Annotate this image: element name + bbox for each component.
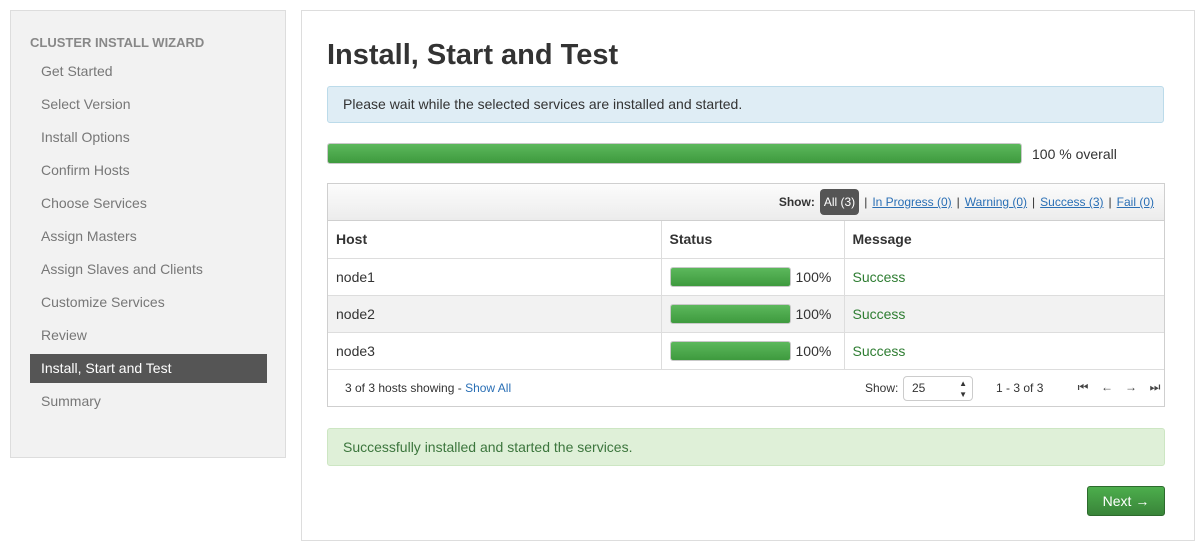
sidebar-item-select-version[interactable]: Select Version: [30, 90, 267, 119]
table-header-row: Host Status Message: [328, 221, 1164, 259]
pagination-controls: ⏮ ← → ⏭: [1076, 380, 1162, 395]
filter-separator: |: [864, 195, 868, 209]
host-progress-bar: [669, 303, 791, 324]
sidebar-header: CLUSTER INSTALL WIZARD: [30, 35, 205, 50]
filter-separator: |: [1032, 195, 1036, 209]
sidebar-nav: Get Started Select Version Install Optio…: [30, 57, 267, 420]
filter-separator: |: [1108, 195, 1112, 209]
info-alert: Please wait while the selected services …: [327, 86, 1164, 123]
message-cell: Success: [844, 295, 1164, 333]
sidebar-item-install-start-test[interactable]: Install, Start and Test: [30, 354, 267, 383]
sidebar-item-get-started[interactable]: Get Started: [30, 57, 267, 86]
next-page-icon[interactable]: →: [1124, 380, 1138, 395]
host-message-link[interactable]: Success: [853, 269, 906, 285]
host-progress-fill: [670, 341, 790, 360]
show-all-link[interactable]: Show All: [465, 381, 511, 395]
filter-all[interactable]: All (3): [819, 189, 860, 215]
page-size-select[interactable]: 25 ▲ ▼: [903, 375, 973, 401]
overall-progress-text: 100 % overall: [1032, 146, 1117, 162]
sidebar-item-customize-services[interactable]: Customize Services: [30, 288, 267, 317]
host-progress-text: 100%: [795, 305, 832, 322]
filter-separator: |: [956, 195, 960, 209]
filter-show-label: Show:: [778, 195, 815, 209]
hosts-count-label: 3 of 3 hosts showing -: [345, 380, 466, 395]
host-progress-fill: [670, 267, 790, 286]
filter-in-progress[interactable]: In Progress (0): [872, 195, 951, 209]
hosts-count-text: 3 of 3 hosts showing - Show All: [345, 381, 511, 395]
status-cell: 100%: [661, 295, 845, 333]
sidebar-item-choose-services[interactable]: Choose Services: [30, 189, 267, 218]
page-range-text: 1 - 3 of 3: [996, 380, 1044, 395]
message-cell: Success: [844, 258, 1164, 296]
first-page-icon[interactable]: ⏮: [1076, 380, 1090, 395]
column-header-message: Message: [844, 221, 1164, 259]
main-panel: Install, Start and Test Please wait whil…: [301, 10, 1195, 541]
prev-page-icon[interactable]: ←: [1100, 380, 1114, 395]
sidebar-item-install-options[interactable]: Install Options: [30, 123, 267, 152]
host-message-link[interactable]: Success: [853, 306, 906, 322]
page-title: Install, Start and Test: [327, 39, 619, 71]
hosts-table-container: Show: All (3) | In Progress (0) | Warnin…: [327, 183, 1165, 407]
status-cell: 100%: [661, 258, 845, 296]
host-progress-bar: [669, 340, 791, 361]
message-cell: Success: [844, 332, 1164, 370]
next-button[interactable]: Next →: [1087, 486, 1165, 516]
host-cell: node2: [328, 295, 662, 333]
sidebar-item-review[interactable]: Review: [30, 321, 267, 350]
table-row: node3 100% Success: [328, 332, 1164, 370]
sidebar-item-confirm-hosts[interactable]: Confirm Hosts: [30, 156, 267, 185]
host-progress-text: 100%: [795, 268, 832, 285]
host-message-link[interactable]: Success: [853, 343, 906, 359]
table-footer: 3 of 3 hosts showing - Show All Show: 25…: [328, 370, 1164, 406]
sidebar-item-assign-masters[interactable]: Assign Masters: [30, 222, 267, 251]
filter-warning[interactable]: Warning (0): [965, 195, 1027, 209]
sidebar-item-summary[interactable]: Summary: [30, 387, 267, 416]
host-progress-text: 100%: [795, 342, 832, 359]
sidebar-item-assign-slaves[interactable]: Assign Slaves and Clients: [30, 255, 267, 284]
host-progress-fill: [670, 304, 790, 323]
host-cell: node1: [328, 258, 662, 296]
host-cell: node3: [328, 332, 662, 370]
table-row: node1 100% Success: [328, 258, 1164, 296]
table-row: node2 100% Success: [328, 295, 1164, 333]
status-filter-bar: Show: All (3) | In Progress (0) | Warnin…: [328, 184, 1164, 221]
filter-success[interactable]: Success (3): [1040, 195, 1103, 209]
column-header-host: Host: [328, 221, 662, 259]
column-header-status: Status: [661, 221, 845, 259]
page-size-value: 25: [912, 380, 926, 395]
last-page-icon[interactable]: ⏭: [1148, 380, 1162, 395]
select-arrows-icon: ▲ ▼: [959, 378, 967, 399]
overall-progress-bar: [327, 143, 1022, 164]
filter-fail[interactable]: Fail (0): [1117, 195, 1154, 209]
overall-progress-fill: [328, 144, 1021, 163]
hosts-table: Host Status Message node1 100% Success n…: [328, 221, 1164, 370]
wizard-sidebar: CLUSTER INSTALL WIZARD Get Started Selec…: [10, 10, 286, 458]
host-progress-bar: [669, 266, 791, 287]
success-alert: Successfully installed and started the s…: [327, 428, 1165, 466]
page-size-label: Show:: [865, 380, 899, 395]
status-cell: 100%: [661, 332, 845, 370]
